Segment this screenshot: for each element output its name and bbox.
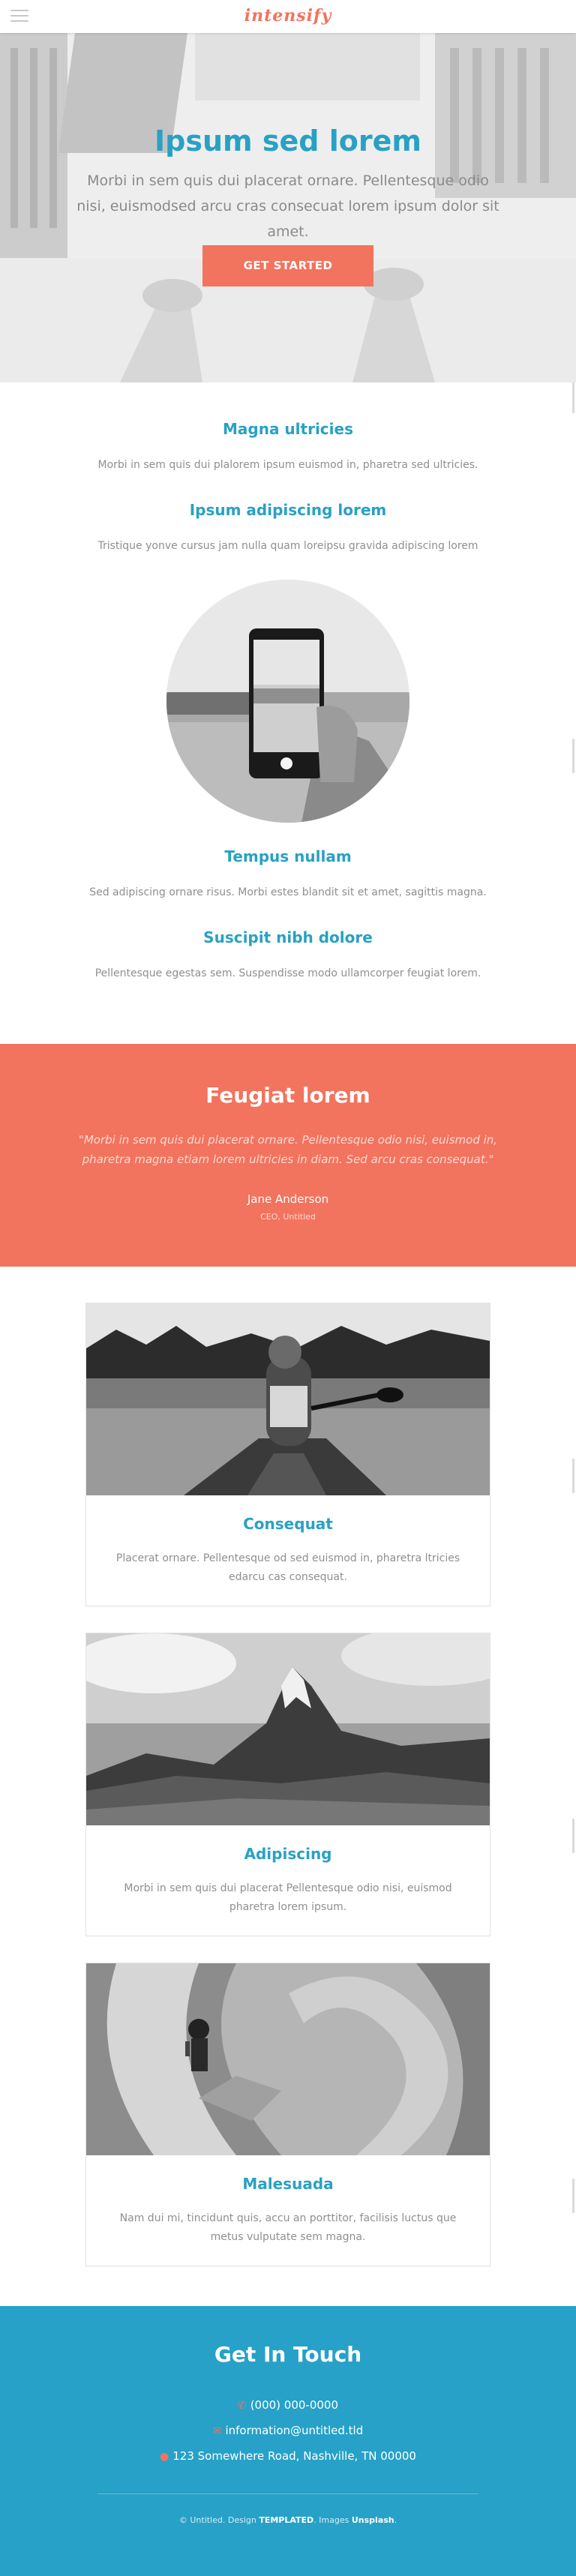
card-title: Consequat [243,1515,333,1533]
hero-text: Morbi in sem quis dui placerat ornare. P… [76,172,500,240]
scrollbar-thumb[interactable] [572,739,574,773]
testimonial-role: CEO, Untitled [260,1212,316,1222]
copyright: © Untitled. Design TEMPLATED. Images Uns… [0,2515,576,2525]
contact-address: ● 123 Somewhere Road, Nashville, TN 00000 [0,2449,576,2463]
contact-email[interactable]: ✉ information@untitled.tld [0,2424,576,2437]
phone-text: (000) 000-0000 [250,2398,339,2412]
feature-text: Tristique yonve cursus jam nulla quam lo… [98,540,478,552]
site-logo[interactable]: intensify [0,6,576,25]
card-text: Placerat ornare. Pellentesque od sed eui… [116,1552,460,1583]
footer: Get In Touch ✆ (000) 000-0000 ✉ informatio… [0,2306,576,2576]
spiral-stairs-photo-image [86,1963,490,2155]
header: intensify [0,0,576,33]
feature-title: Tempus nullam [224,847,352,865]
feature-title: Magna ultricies [223,420,353,438]
unsplash-link[interactable]: Unsplash [352,2515,394,2525]
card-title: Adipiscing [244,1845,332,1863]
testimonial-section: Feugiat lorem "Morbi in sem quis dui pla… [0,1044,576,1267]
mountain-photo-image [86,1633,490,1825]
envelope-icon: ✉ [212,2425,222,2437]
testimonial-quote: "Morbi in sem quis dui placerat ornare. … [78,1133,498,1166]
testimonial-title: Feugiat lorem [206,1083,370,1108]
card: Consequat Placerat ornare. Pellentesque … [86,1303,490,1606]
testimonial-author: Jane Anderson [247,1192,329,1206]
scrollbar-thumb[interactable] [572,1459,574,1493]
hero-banner: Ipsum sed lorem Morbi in sem quis dui pl… [0,33,576,382]
card: Malesuada Nam dui mi, tincidunt quis, ac… [86,1963,490,2266]
hero-title: Ipsum sed lorem [154,124,422,157]
address-text: 123 Somewhere Road, Nashville, TN 00000 [172,2449,416,2463]
feature-text: Sed adipiscing ornare risus. Morbi estes… [89,886,487,898]
canoe-photo-image [86,1303,490,1495]
feature-text: Pellentesque egestas sem. Suspendisse mo… [94,967,482,979]
contact-phone[interactable]: ✆ (000) 000-0000 [0,2398,576,2412]
scrollbar-thumb[interactable] [572,1819,574,1853]
templated-link[interactable]: TEMPLATED [259,2515,314,2525]
email-text: information@untitled.tld [225,2424,364,2437]
footer-title: Get In Touch [214,2342,362,2367]
get-started-button[interactable]: GET STARTED [202,245,374,286]
copyright-text: © Untitled. Design [178,2515,256,2525]
images-text: . Images [314,2515,350,2525]
map-marker-icon: ● [160,2451,170,2463]
card-text: Morbi in sem quis dui placerat Pellentes… [124,1882,452,1913]
card: Adipiscing Morbi in sem quis dui placera… [86,1633,490,1936]
card-title: Malesuada [242,2175,334,2193]
feature-title: Ipsum adipiscing lorem [189,501,387,519]
copyright-suffix: . [394,2515,398,2525]
scrollbar-thumb[interactable] [572,2179,574,2213]
phone-photo-image [166,580,410,823]
feature-title: Suscipit nibh dolore [203,928,373,946]
scrollbar-thumb[interactable] [572,379,574,413]
feature-text: Morbi in sem quis dui plalorem ipsum eui… [98,459,478,471]
card-text: Nam dui mi, tincidunt quis, accu an port… [119,2212,457,2243]
phone-icon: ✆ [237,2400,247,2412]
